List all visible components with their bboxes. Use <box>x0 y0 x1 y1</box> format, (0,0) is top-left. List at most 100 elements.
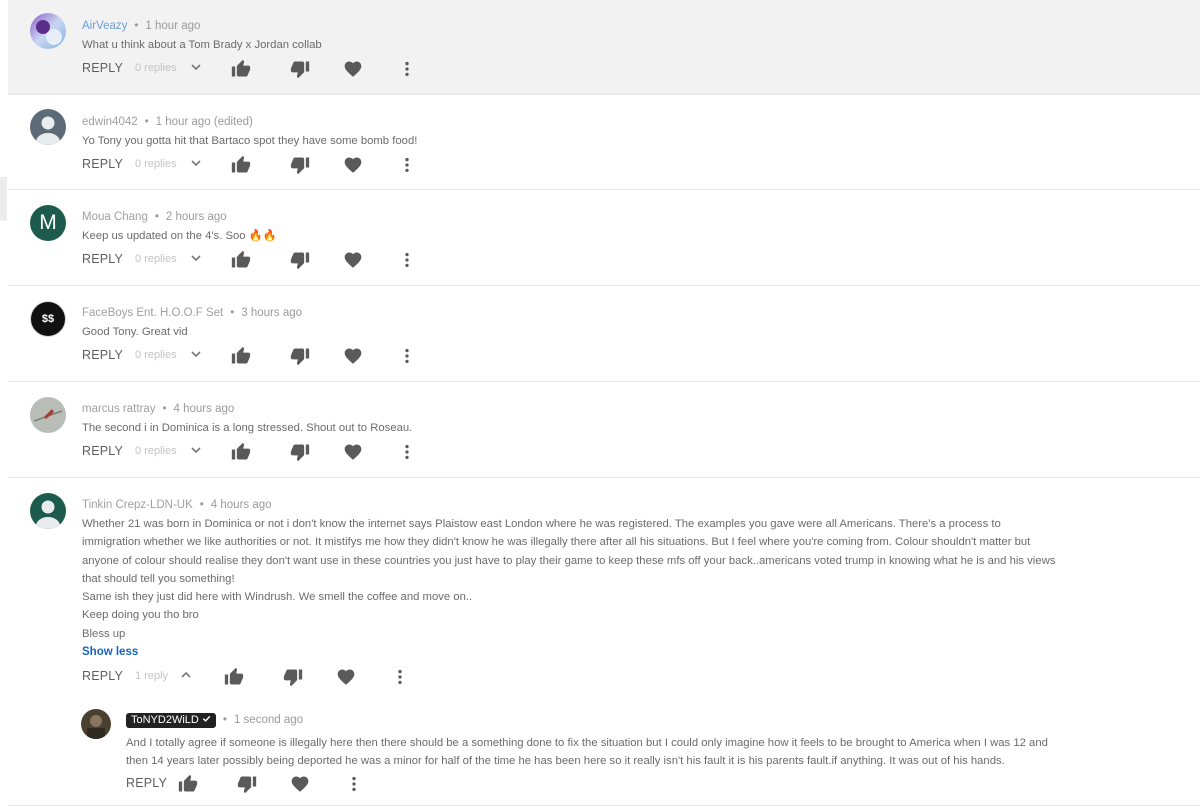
thumb-up-icon[interactable] <box>224 667 244 687</box>
avatar[interactable]: $$ <box>30 301 66 337</box>
avatar[interactable] <box>30 397 66 433</box>
replies-count[interactable]: 1 reply <box>135 670 168 682</box>
reply-button[interactable]: REPLY <box>82 669 123 683</box>
reply-button[interactable]: REPLY <box>82 252 123 266</box>
timestamp: 4 hours ago <box>210 499 272 511</box>
author-name[interactable]: marcus rattray <box>82 403 156 415</box>
comment: AirVeazy • 1 hour ago What u think about a… <box>8 0 1200 95</box>
replies-count[interactable]: 0 replies <box>135 445 177 457</box>
reply-button[interactable]: REPLY <box>82 157 123 171</box>
separator-dot: • <box>162 403 167 415</box>
thumb-up-icon[interactable] <box>231 346 251 366</box>
comment-text: Keep us updated on the 4's. Soo 🔥🔥 <box>82 227 1087 245</box>
reply-button[interactable]: REPLY <box>82 61 123 75</box>
thumb-up-icon[interactable] <box>231 250 251 270</box>
reply-line: And I totally agree if someone is illega… <box>126 737 1048 749</box>
reply-text: And I totally agree if someone is illega… <box>126 734 1086 771</box>
replies-count[interactable]: 0 replies <box>135 158 177 170</box>
avatar-letter: M <box>39 211 57 234</box>
comment-meta: Moua Chang • 2 hours ago <box>82 211 227 223</box>
chevron-down-icon[interactable] <box>190 444 202 456</box>
more-vert-icon[interactable] <box>397 346 417 366</box>
heart-icon[interactable] <box>343 155 363 175</box>
side-scroll-strip <box>0 177 7 221</box>
comment-meta: AirVeazy • 1 hour ago <box>82 20 200 32</box>
reply-button[interactable]: REPLY <box>82 348 123 362</box>
comment-text: The second i in Dominica is a long stres… <box>82 419 1087 437</box>
more-vert-icon[interactable] <box>397 59 417 79</box>
check-icon <box>202 715 211 722</box>
author-name[interactable]: edwin4042 <box>82 116 138 128</box>
thumb-down-icon[interactable] <box>290 59 310 79</box>
author-name[interactable]: Tinkin Crepz-LDN-UK <box>82 499 193 511</box>
more-vert-icon[interactable] <box>397 250 417 270</box>
thumb-down-icon[interactable] <box>290 155 310 175</box>
avatar[interactable] <box>30 493 66 529</box>
comment-line: immigration whether we like authorities … <box>82 536 1031 549</box>
nested-reply: ToNYD2WiLD • 1 second ago And I totally a… <box>8 704 1200 804</box>
separator-dot: • <box>199 499 204 511</box>
chevron-down-icon[interactable] <box>190 252 202 264</box>
thumb-down-icon[interactable] <box>237 774 257 794</box>
author-name[interactable]: FaceBoys Ent. H.O.O.F Set <box>82 307 223 319</box>
avatar[interactable] <box>30 13 66 49</box>
comment-line: Whether 21 was born in Dominica or not i… <box>82 518 1001 530</box>
more-vert-icon[interactable] <box>397 155 417 175</box>
avatar[interactable] <box>30 109 66 145</box>
timestamp: 4 hours ago <box>173 403 235 415</box>
heart-icon[interactable] <box>343 346 363 366</box>
replies-count[interactable]: 0 replies <box>135 349 177 361</box>
reply-button[interactable]: REPLY <box>82 444 123 458</box>
thumb-down-icon[interactable] <box>290 250 310 270</box>
comment-line: Same ish they just did here with Windrus… <box>82 591 473 604</box>
thumb-down-icon[interactable] <box>290 442 310 462</box>
comment: $$ FaceBoys Ent. H.O.O.F Set • 3 hours ago… <box>8 286 1200 382</box>
separator-dot: • <box>230 307 235 319</box>
timestamp: 2 hours ago <box>165 211 227 223</box>
thumb-up-icon[interactable] <box>231 442 251 462</box>
chevron-down-icon[interactable] <box>190 61 202 73</box>
author-name[interactable]: Moua Chang <box>82 211 148 223</box>
timestamp: 1 hour ago (edited) <box>155 116 253 128</box>
thumb-up-icon[interactable] <box>231 155 251 175</box>
author-name[interactable]: AirVeazy <box>82 20 127 32</box>
separator-dot: • <box>134 20 139 32</box>
replies-count[interactable]: 0 replies <box>135 62 177 74</box>
thumb-down-icon[interactable] <box>290 346 310 366</box>
separator-dot: • <box>154 211 159 223</box>
comment: edwin4042 • 1 hour ago (edited) Yo Tony yo… <box>8 95 1200 190</box>
comment: marcus rattray • 4 hours ago The second i … <box>8 382 1200 478</box>
comment-meta: Tinkin Crepz-LDN-UK • 4 hours ago <box>82 499 272 511</box>
timestamp: 1 hour ago <box>145 20 201 32</box>
heart-icon[interactable] <box>343 250 363 270</box>
more-vert-icon[interactable] <box>390 667 410 687</box>
comment-line: Bless up <box>82 627 126 640</box>
chevron-down-icon[interactable] <box>190 157 202 169</box>
comment-line: Keep us updated on the 4's. Soo 🔥🔥 <box>82 230 277 242</box>
comment-meta: edwin4042 • 1 hour ago (edited) <box>82 116 253 128</box>
avatar[interactable]: M <box>30 205 66 241</box>
chevron-up-icon[interactable] <box>180 669 192 681</box>
avatar-text: $$ <box>41 313 55 325</box>
thumb-up-icon[interactable] <box>231 59 251 79</box>
comment-line: What u think about a Tom Brady x Jordan … <box>82 39 322 51</box>
more-vert-icon[interactable] <box>397 442 417 462</box>
comment-line: that should tell you something! <box>82 572 235 585</box>
comment-line: Good Tony. Great vid <box>82 326 188 338</box>
thumb-down-icon[interactable] <box>283 667 303 687</box>
heart-icon[interactable] <box>336 667 356 687</box>
show-less-link[interactable]: Show less <box>82 646 138 658</box>
comment-text: Whether 21 was born in Dominica or not i… <box>82 515 1087 643</box>
reply-button[interactable]: REPLY <box>126 776 167 790</box>
heart-icon[interactable] <box>290 774 310 794</box>
comment-line: anyone of colour should realise they don… <box>82 554 1056 567</box>
replies-count[interactable]: 0 replies <box>135 253 177 265</box>
heart-icon[interactable] <box>343 442 363 462</box>
heart-icon[interactable] <box>343 59 363 79</box>
author-badge[interactable]: ToNYD2WiLD <box>126 713 216 728</box>
avatar[interactable] <box>81 709 111 739</box>
chevron-down-icon[interactable] <box>190 348 202 360</box>
comment-line: The second i in Dominica is a long stres… <box>82 422 413 434</box>
more-vert-icon[interactable] <box>344 774 364 794</box>
thumb-up-icon[interactable] <box>178 774 198 794</box>
